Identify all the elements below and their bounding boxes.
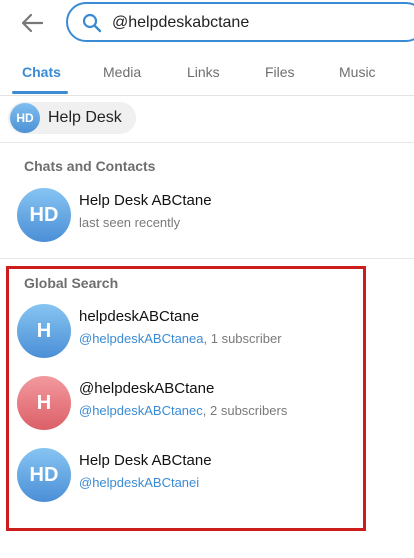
global-result-row[interactable]: H @helpdeskABCtane @helpdeskABCtanec, 2 … <box>0 368 414 434</box>
avatar: H <box>17 376 71 430</box>
divider <box>0 142 414 143</box>
section-title-global-search: Global Search <box>24 275 119 291</box>
tab-files[interactable]: Files <box>265 64 295 80</box>
back-button[interactable] <box>14 8 50 38</box>
arrow-left-icon <box>21 13 43 33</box>
contact-row[interactable]: HD Help Desk ABCtane last seen recently <box>0 180 414 246</box>
search-header <box>0 0 414 46</box>
result-subscribers: , 1 subscriber <box>203 331 282 346</box>
search-input[interactable] <box>112 10 402 36</box>
avatar: HD <box>17 188 71 242</box>
result-name: helpdeskABCtane <box>79 308 200 325</box>
contact-name: Help Desk ABCtane <box>79 192 212 209</box>
result-handle: @helpdeskABCtanei <box>79 475 200 490</box>
avatar: H <box>17 304 71 358</box>
result-subtitle: @helpdeskABCtanec, 2 subscribers <box>79 403 287 418</box>
result-name: @helpdeskABCtane <box>79 380 215 397</box>
section-title-chats-contacts: Chats and Contacts <box>24 158 156 174</box>
tab-bar: Chats Media Links Files Music <box>0 50 414 96</box>
tab-media[interactable]: Media <box>103 64 141 80</box>
result-name: Help Desk ABCtane <box>79 452 212 469</box>
global-result-row[interactable]: HD Help Desk ABCtane @helpdeskABCtanei <box>0 440 414 506</box>
result-subtitle: @helpdeskABCtanei <box>79 475 199 490</box>
result-subscribers: , 2 subscribers <box>202 403 288 418</box>
tab-links[interactable]: Links <box>187 64 220 80</box>
result-handle: @helpdeskABCtanec <box>79 403 203 418</box>
tab-music[interactable]: Music <box>339 64 376 80</box>
filter-chip-row: HD Help Desk <box>0 96 414 142</box>
result-handle: @helpdeskABCtanea <box>79 331 204 346</box>
chip-label: Help Desk <box>48 109 122 126</box>
chip-avatar: HD <box>10 103 40 133</box>
search-field[interactable] <box>66 2 414 42</box>
active-tab-indicator <box>12 91 68 94</box>
tab-chats[interactable]: Chats <box>22 64 61 80</box>
avatar: HD <box>17 448 71 502</box>
divider <box>0 258 414 259</box>
contact-status: last seen recently <box>79 215 181 230</box>
filter-chip-help-desk[interactable]: HD Help Desk <box>8 102 136 134</box>
result-subtitle: @helpdeskABCtanea, 1 subscriber <box>79 331 282 346</box>
magnifier-icon <box>82 13 102 33</box>
global-result-row[interactable]: H helpdeskABCtane @helpdeskABCtanea, 1 s… <box>0 296 414 362</box>
